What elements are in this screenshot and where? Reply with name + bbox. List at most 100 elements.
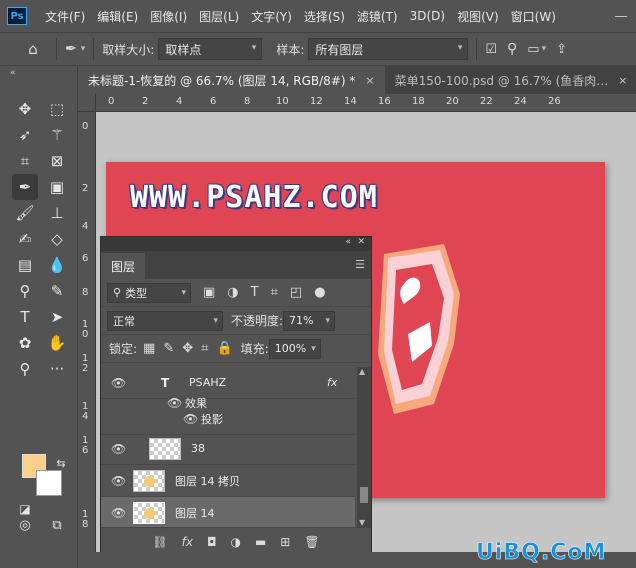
minimize-button[interactable]: —	[606, 9, 636, 24]
hand-tool-icon[interactable]: ✋	[44, 330, 70, 356]
sample-dropdown[interactable]: 所有图层 ▾	[308, 38, 469, 60]
content-aware-tool-icon[interactable]: ▣	[44, 174, 70, 200]
type-filter-icon[interactable]: T	[251, 285, 259, 300]
sample-size-dropdown[interactable]: 取样点 ▾	[158, 38, 263, 60]
lock-pixels-icon[interactable]: ✎	[163, 341, 174, 356]
close-icon[interactable]: ×	[365, 74, 374, 87]
magic-wand-tool-icon[interactable]: ⚚	[44, 122, 70, 148]
eyedropper-preset-icon[interactable]: ✒	[65, 41, 77, 57]
frame-tool-icon[interactable]: ⊠	[44, 148, 70, 174]
chevron-down-icon[interactable]: ▾	[81, 44, 86, 54]
gradient-tool-icon[interactable]: ▤	[12, 252, 38, 278]
effect-name: 投影	[201, 412, 223, 426]
history-brush-icon[interactable]: ✍	[12, 226, 38, 252]
brush-tool-icon[interactable]: 🖌	[12, 200, 38, 226]
pen-tool-icon[interactable]: ✎	[44, 278, 70, 304]
path-select-tool-icon[interactable]: ➤	[44, 304, 70, 330]
visibility-eye-icon[interactable]: 👁	[111, 506, 126, 520]
scroll-down-icon[interactable]: ▼	[359, 518, 365, 527]
smart-object-filter-icon[interactable]: ◰	[290, 285, 302, 300]
scroll-up-icon[interactable]: ▲	[359, 367, 365, 376]
layer-effect-dropshadow-row[interactable]: 👁 投影	[101, 403, 355, 435]
crop-tool-icon[interactable]: ⌗	[12, 148, 38, 174]
lock-transparency-icon[interactable]: ▦	[143, 341, 155, 356]
zoom-tool-icon[interactable]: ⚲	[12, 356, 38, 382]
checkbox-icon[interactable]: ☑	[485, 42, 497, 57]
menu-window[interactable]: 窗口(W)	[505, 8, 562, 25]
horizontal-ruler[interactable]: 0 2 4 6 8 10 12 14 16 18 20 22 24 26	[96, 94, 636, 112]
menu-3d[interactable]: 3D(D)	[404, 9, 451, 23]
menu-filter[interactable]: 滤镜(T)	[351, 8, 404, 25]
ruler-tick-label: 4	[82, 221, 89, 232]
fill-input[interactable]: 100% ▾	[268, 338, 321, 359]
ruler-tick-label: 6	[210, 96, 217, 107]
more-tools-icon[interactable]: ···	[44, 356, 70, 382]
layer-mask-icon[interactable]: ◘	[207, 535, 217, 549]
menu-select[interactable]: 选择(S)	[298, 8, 351, 25]
lock-position-icon[interactable]: ✥	[182, 341, 193, 356]
filter-type-dropdown[interactable]: ⚲ 类型 ▾	[107, 282, 191, 303]
type-tool-icon[interactable]: T	[12, 304, 38, 330]
quick-mask-icon[interactable]: ◎	[12, 512, 38, 538]
lock-all-icon[interactable]: 🔒	[216, 341, 232, 356]
scroll-thumb[interactable]	[360, 487, 368, 503]
eyedropper-tool-icon[interactable]: ✒	[12, 174, 38, 200]
collapse-icon[interactable]: «	[10, 68, 16, 78]
vertical-ruler[interactable]: 0 2 4 6 8 1 0 1 2 1 4 1 6 1 8	[78, 112, 96, 552]
close-icon[interactable]: ×	[618, 74, 627, 87]
adjustment-layer-icon[interactable]: ◑	[230, 535, 240, 549]
link-layers-icon[interactable]: ⛓	[152, 535, 167, 549]
eraser-tool-icon[interactable]: ◇	[44, 226, 70, 252]
trash-icon[interactable]: 🗑	[304, 535, 319, 549]
ruler-tick-label: 6	[82, 253, 89, 264]
lock-artboard-icon[interactable]: ⌗	[201, 341, 208, 356]
layer-row-layer14[interactable]: 👁 图层 14	[101, 497, 355, 527]
menu-type[interactable]: 文字(Y)	[245, 8, 298, 25]
stamp-tool-icon[interactable]: ⊥	[44, 200, 70, 226]
visibility-eye-icon[interactable]: 👁	[111, 474, 126, 488]
new-layer-icon[interactable]: ⊞	[280, 535, 290, 549]
panel-menu-icon[interactable]: ☰	[355, 258, 365, 271]
menu-layer[interactable]: 图层(L)	[193, 8, 245, 25]
filter-toggle-icon[interactable]: ●	[314, 285, 325, 300]
swap-colors-icon[interactable]: ⇆	[48, 450, 74, 476]
tab-layers[interactable]: 图层	[101, 253, 146, 279]
layer-row-38[interactable]: 👁 38	[101, 433, 355, 465]
close-icon[interactable]: ✕	[357, 237, 365, 247]
panel-tab-row: 图层 ☰	[101, 251, 371, 279]
tab-document-1[interactable]: 未标题-1-恢复的 @ 66.7% (图层 14, RGB/8#) * ×	[78, 66, 385, 94]
shape-filter-icon[interactable]: ⌗	[271, 285, 278, 300]
pixel-filter-icon[interactable]: ▣	[203, 285, 215, 300]
custom-shape-tool-icon[interactable]: ✿	[12, 330, 38, 356]
layer-row-layer14-copy[interactable]: 👁 图层 14 拷贝	[101, 465, 355, 497]
layer-list-scrollbar[interactable]: ▲ ▼	[357, 367, 371, 527]
adjustment-filter-icon[interactable]: ◑	[227, 285, 238, 300]
ruler-tick-label: 24	[514, 96, 527, 107]
opacity-input[interactable]: 71% ▾	[283, 310, 336, 331]
move-tool-icon[interactable]: ✥	[12, 96, 38, 122]
marquee-tool-icon[interactable]: ⬚	[44, 96, 70, 122]
menu-edit[interactable]: 编辑(E)	[91, 8, 144, 25]
menu-image[interactable]: 图像(I)	[144, 8, 193, 25]
visibility-eye-icon[interactable]: 👁	[111, 442, 126, 456]
collapse-icon[interactable]: «	[345, 237, 351, 247]
share-icon[interactable]: ⇪	[556, 42, 567, 57]
search-icon[interactable]: ⚲	[507, 41, 517, 57]
workspace-icon[interactable]: ▭	[527, 42, 539, 57]
new-group-icon[interactable]: ▬	[255, 535, 266, 549]
home-icon[interactable]: ⌂	[18, 40, 48, 58]
ruler-origin[interactable]	[78, 94, 96, 112]
ruler-tick-label: 0	[82, 121, 89, 132]
blend-mode-dropdown[interactable]: 正常 ▾	[107, 310, 223, 331]
screen-mode-icon[interactable]: ⧉	[44, 512, 70, 538]
menu-view[interactable]: 视图(V)	[451, 8, 505, 25]
watermark: UiBQ.CoM	[476, 540, 607, 566]
visibility-eye-icon[interactable]: 👁	[183, 412, 198, 426]
chevron-down-icon[interactable]: ▾	[542, 44, 547, 54]
menu-file[interactable]: 文件(F)	[39, 8, 91, 25]
blur-tool-icon[interactable]: 💧	[44, 252, 70, 278]
dodge-tool-icon[interactable]: ⚲	[12, 278, 38, 304]
lasso-tool-icon[interactable]: ➶	[12, 122, 38, 148]
fx-icon[interactable]: fx	[182, 535, 193, 549]
tab-document-2[interactable]: 菜单150-100.psd @ 16.7% (鱼香肉… ×	[384, 66, 636, 94]
